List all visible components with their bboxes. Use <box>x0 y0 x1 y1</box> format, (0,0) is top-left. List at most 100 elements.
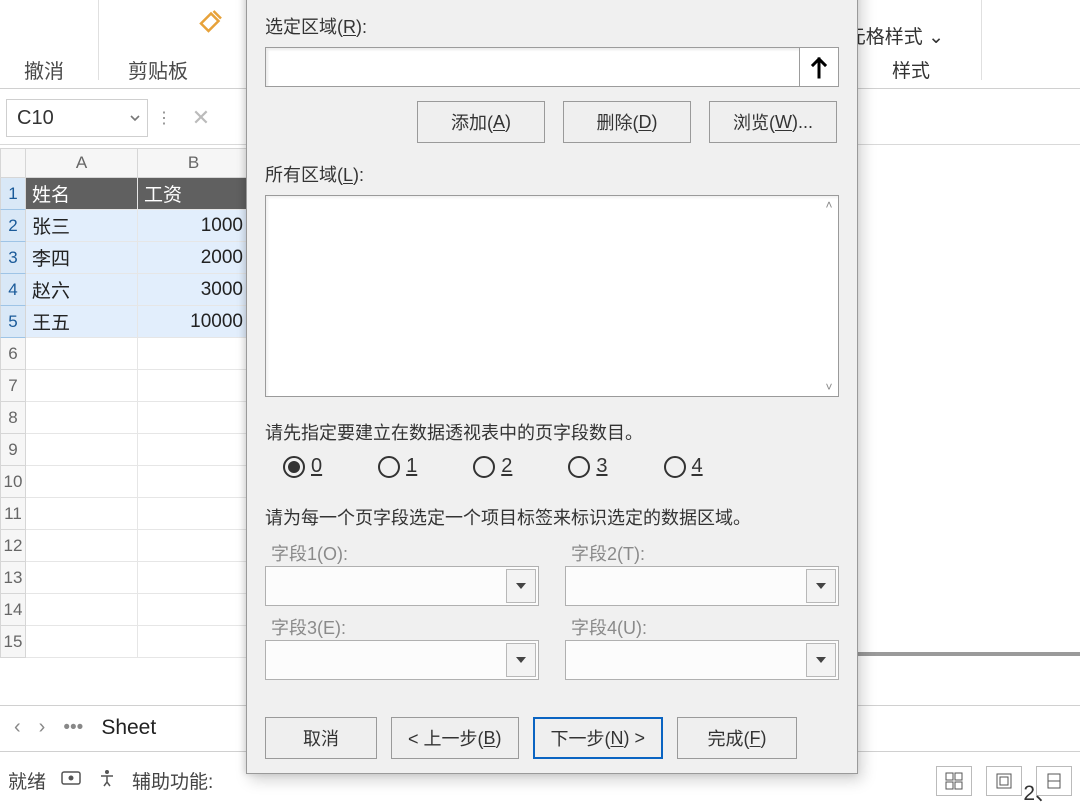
row-header[interactable]: 15 <box>0 626 26 658</box>
cell[interactable] <box>26 594 138 626</box>
accessibility-icon[interactable] <box>96 767 118 795</box>
macro-record-icon[interactable] <box>60 767 82 795</box>
field1-combo[interactable] <box>265 566 539 606</box>
cell[interactable] <box>26 466 138 498</box>
cell[interactable]: 赵六 <box>26 274 138 306</box>
cell[interactable] <box>26 370 138 402</box>
cell[interactable] <box>138 562 250 594</box>
add-button[interactable]: 添加(A) <box>417 101 545 143</box>
ribbon-divider <box>98 0 99 80</box>
cell[interactable]: 10000 <box>138 306 250 338</box>
column-header[interactable]: A <box>26 148 138 178</box>
tab-menu-icon[interactable]: ••• <box>63 717 83 739</box>
row-header[interactable]: 4 <box>0 274 26 306</box>
selected-range-label: 选定区域(R): <box>265 13 839 39</box>
chevron-down-icon <box>506 569 536 603</box>
row-header[interactable]: 3 <box>0 242 26 274</box>
row-header[interactable]: 8 <box>0 402 26 434</box>
radio-1[interactable]: 1 <box>378 455 417 478</box>
cell[interactable] <box>138 370 250 402</box>
scroll-up-icon[interactable]: ˄ <box>822 198 836 212</box>
browse-button[interactable]: 浏览(W)... <box>709 101 837 143</box>
scroll-down-icon[interactable]: ˅ <box>822 380 836 394</box>
cell[interactable] <box>26 338 138 370</box>
field3-combo[interactable] <box>265 640 539 680</box>
row-header[interactable]: 5 <box>0 306 26 338</box>
column-header[interactable]: B <box>138 148 250 178</box>
cell[interactable] <box>138 626 250 658</box>
radio-indicator-icon <box>473 456 495 478</box>
cell[interactable] <box>138 466 250 498</box>
back-button[interactable]: < 上一步(B) <box>391 717 519 759</box>
cell[interactable] <box>138 434 250 466</box>
tab-nav-prev[interactable]: ‹ <box>14 716 21 739</box>
sheet-tab[interactable]: Sheet <box>101 716 156 740</box>
cell[interactable]: 姓名 <box>26 178 138 210</box>
radio-indicator-icon <box>378 456 400 478</box>
row-header[interactable]: 2 <box>0 210 26 242</box>
chevron-down-icon: ⌄ <box>928 27 944 48</box>
cell[interactable] <box>138 530 250 562</box>
selected-range-input[interactable] <box>265 47 800 87</box>
cell[interactable] <box>26 434 138 466</box>
cell[interactable] <box>138 338 250 370</box>
cell[interactable]: 3000 <box>138 274 250 306</box>
field2-combo[interactable] <box>565 566 839 606</box>
field1-label: 字段1(O): <box>265 540 539 566</box>
row-header[interactable]: 12 <box>0 530 26 562</box>
cell[interactable]: 张三 <box>26 210 138 242</box>
cell[interactable] <box>138 402 250 434</box>
field-label-instruction: 请为每一个页字段选定一个项目标签来标识选定的数据区域。 <box>265 504 839 530</box>
radio-4[interactable]: 4 <box>664 455 703 478</box>
radio-3[interactable]: 3 <box>568 455 607 478</box>
cell[interactable] <box>26 626 138 658</box>
cell[interactable]: 工资 <box>138 178 250 210</box>
selection-edge <box>858 652 1080 656</box>
cell[interactable] <box>26 402 138 434</box>
cell[interactable] <box>26 498 138 530</box>
row-header[interactable]: 11 <box>0 498 26 530</box>
ribbon-group-clipboard: 剪贴板 <box>128 55 188 84</box>
name-box-value: C10 <box>17 107 54 130</box>
cell[interactable]: 1000 <box>138 210 250 242</box>
radio-indicator-icon <box>568 456 590 478</box>
select-all-cell[interactable] <box>0 148 26 178</box>
radio-2[interactable]: 2 <box>473 455 512 478</box>
radio-indicator-icon <box>283 456 305 478</box>
view-pagelayout-button[interactable] <box>986 766 1022 796</box>
delete-button[interactable]: 删除(D) <box>563 101 691 143</box>
cell[interactable] <box>138 498 250 530</box>
radio-0[interactable]: 0 <box>283 455 322 478</box>
row-header[interactable]: 9 <box>0 434 26 466</box>
row-header[interactable]: 13 <box>0 562 26 594</box>
row-header[interactable]: 14 <box>0 594 26 626</box>
name-box[interactable]: C10 <box>6 99 148 137</box>
field4-combo[interactable] <box>565 640 839 680</box>
formula-cancel-button[interactable]: ✕ <box>180 97 222 139</box>
row-header[interactable]: 1 <box>0 178 26 210</box>
view-normal-button[interactable] <box>936 766 972 796</box>
cell[interactable] <box>26 562 138 594</box>
row-header[interactable]: 10 <box>0 466 26 498</box>
cell[interactable]: 王五 <box>26 306 138 338</box>
ribbon-group-undo[interactable]: 撤消 <box>24 55 64 84</box>
grid-blank-area <box>858 146 1080 703</box>
row-header[interactable]: 6 <box>0 338 26 370</box>
cell[interactable] <box>138 594 250 626</box>
chevron-down-icon <box>806 643 836 677</box>
range-picker-button[interactable] <box>799 47 839 87</box>
all-ranges-listbox[interactable]: ˄ ˅ <box>265 195 839 397</box>
cell[interactable]: 2000 <box>138 242 250 274</box>
radio-indicator-icon <box>664 456 686 478</box>
field-combo-grid: 字段1(O): 字段2(T): 字段3(E): 字段4(U): <box>265 540 839 680</box>
accessibility-label: 辅助功能: <box>132 767 213 794</box>
cell[interactable]: 李四 <box>26 242 138 274</box>
format-painter-icon[interactable] <box>196 6 226 36</box>
ellipsis-icon[interactable]: ⋮ <box>156 108 172 128</box>
cell[interactable] <box>26 530 138 562</box>
cancel-button[interactable]: 取消 <box>265 717 377 759</box>
next-button[interactable]: 下一步(N) > <box>533 717 664 759</box>
row-header[interactable]: 7 <box>0 370 26 402</box>
tab-nav-next[interactable]: › <box>39 716 46 739</box>
finish-button[interactable]: 完成(F) <box>677 717 797 759</box>
